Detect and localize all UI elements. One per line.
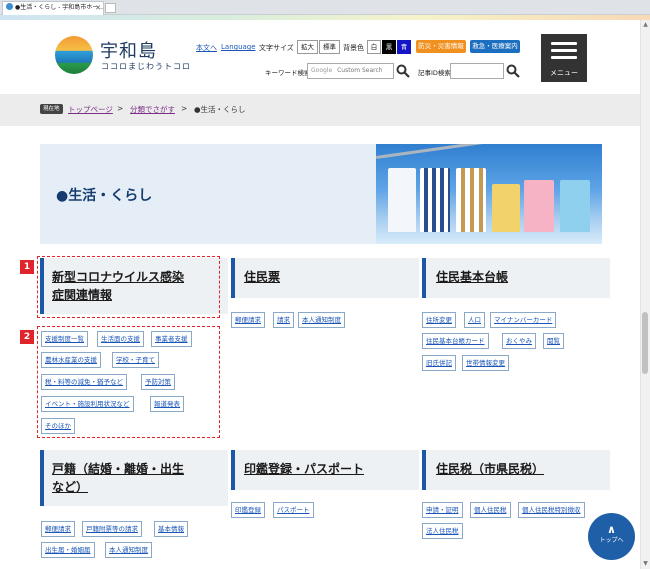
annotation-number-1: 1 (20, 260, 34, 274)
category-title-juki[interactable]: 住民基本台帳 (436, 268, 508, 286)
tag-link[interactable]: 住民基本台帳カード (422, 333, 489, 349)
tag-link[interactable]: 報道発表 (150, 396, 184, 412)
up-arrow-icon: ∧ (607, 523, 616, 536)
tag-link[interactable]: 住所変更 (422, 312, 456, 328)
tag-link[interactable]: 郵便請求 (231, 312, 265, 328)
back-to-top-button[interactable]: ∧ トップへ (588, 513, 635, 560)
hamburger-icon (551, 42, 577, 60)
banner-photo (376, 144, 602, 244)
favicon-icon (6, 3, 13, 10)
scroll-down-icon[interactable]: ▼ (641, 560, 650, 568)
breadcrumb-category-link[interactable]: 分類でさがす (130, 104, 175, 115)
bg-black-button[interactable]: 黒 (382, 40, 396, 54)
tag-link[interactable]: パスポート (273, 502, 314, 518)
scroll-up-icon[interactable]: ▲ (641, 21, 650, 29)
menu-button[interactable]: メニュー (541, 34, 587, 82)
keyword-search-label: キーワード検索 (265, 69, 311, 77)
category-title-juminzei[interactable]: 住民税（市県民税） (436, 460, 544, 478)
bg-white-button[interactable]: 白 (367, 40, 381, 54)
tag-link[interactable]: 農林水産業の支援 (41, 352, 101, 368)
tag-link[interactable]: 旧氏併記 (422, 355, 456, 371)
logo-icon[interactable] (55, 36, 93, 74)
google-brand: Google (311, 67, 333, 74)
tag-link[interactable]: マイナンバーカード (490, 312, 557, 328)
category-title-koseki[interactable]: 戸籍（結婚・離婚・出生 など） (52, 460, 184, 496)
tag-link[interactable]: 事業者支援 (151, 331, 192, 347)
keyword-search-input[interactable]: Google Custom Search (307, 63, 394, 79)
disaster-info-button[interactable]: 防災・災害情報 (416, 40, 466, 53)
search-icon[interactable] (396, 64, 410, 78)
language-link[interactable]: Language (221, 43, 256, 51)
tag-link[interactable]: 個人住民税 (470, 502, 511, 518)
tag-link[interactable]: イベント・施設利用状況など (41, 396, 134, 412)
logo-subtitle: ココロまじわうトコロ (101, 62, 191, 71)
tag-link[interactable]: 印鑑登録 (231, 502, 265, 518)
tag-link[interactable]: 支援制度一覧 (41, 331, 88, 347)
logo-title[interactable]: 宇和島 (100, 37, 157, 63)
tag-link[interactable]: 申請・証明 (422, 502, 463, 518)
font-standard-button[interactable]: 標準 (319, 40, 340, 54)
tag-link[interactable]: 請求 (273, 312, 294, 328)
tag-link[interactable]: 基本情報 (154, 521, 188, 537)
annotation-number-2: 2 (20, 330, 34, 344)
tag-link[interactable]: 生活面の支援 (97, 331, 144, 347)
scrollbar-thumb[interactable] (642, 312, 648, 374)
tag-link[interactable]: 本人通知制度 (105, 542, 152, 558)
category-title-line2: など） (52, 480, 89, 494)
bg-color-label: 背景色 (343, 44, 364, 52)
tag-link[interactable]: 戸籍附票等の請求 (82, 521, 142, 537)
tag-link[interactable]: 個人住民税特別徴収 (518, 502, 585, 518)
article-search-icon[interactable] (506, 64, 520, 78)
font-large-button[interactable]: 拡大 (297, 40, 318, 54)
tag-link[interactable]: 税・料等の減免・猶予など (41, 374, 127, 390)
tag-link[interactable]: そのほか (41, 418, 75, 434)
tag-link[interactable]: 学校・子育て (112, 352, 159, 368)
emergency-medical-button[interactable]: 救急・医療案内 (470, 40, 520, 53)
tag-link[interactable]: 予防対策 (141, 374, 175, 390)
breadcrumb-current: ●生活・くらし (194, 105, 246, 114)
category-title-juminhyo[interactable]: 住民票 (244, 268, 280, 286)
article-id-label: 記事ID検索 (418, 69, 451, 77)
bg-blue-button[interactable]: 青 (397, 40, 411, 54)
tag-link[interactable]: 人口 (464, 312, 485, 328)
tag-link[interactable]: 世帯情報変更 (462, 355, 509, 371)
search-placeholder: Custom Search (337, 67, 383, 74)
font-size-label: 文字サイズ (259, 44, 294, 52)
new-tab-button[interactable] (105, 3, 116, 13)
category-title-inkan[interactable]: 印鑑登録・パスポート (244, 460, 364, 478)
breadcrumb-separator: > (117, 104, 124, 113)
skip-to-content-link[interactable]: 本文へ (196, 43, 217, 53)
tab-title: ●生活・くらし - 宇和島市ホー... (15, 4, 104, 11)
menu-label: メニュー (550, 69, 578, 77)
tag-link[interactable]: 法人住民税 (422, 523, 463, 539)
page-title: ●生活・くらし (56, 188, 153, 204)
tag-link[interactable]: 出生届・婚姻届 (41, 542, 95, 558)
tag-link[interactable]: 閲覧 (543, 333, 564, 349)
article-id-input[interactable] (450, 63, 504, 79)
tag-link[interactable]: おくやみ (502, 333, 536, 349)
tag-link[interactable]: 本人通知制度 (298, 312, 345, 328)
rainbow-bar (0, 15, 650, 20)
breadcrumb-top-link[interactable]: トップページ (68, 104, 113, 115)
tag-link[interactable]: 郵便請求 (41, 521, 75, 537)
back-to-top-label: トップへ (599, 537, 624, 544)
breadcrumb-separator: > (181, 104, 188, 113)
annotation-box-1 (37, 256, 220, 318)
browser-tab[interactable]: ●生活・くらし - 宇和島市ホー... ✕ (2, 1, 104, 15)
current-location-tag: 現在地 (40, 104, 63, 114)
scrollbar[interactable] (640, 20, 650, 569)
category-title-line1: 戸籍（結婚・離婚・出生 (52, 462, 185, 476)
close-tab-icon[interactable]: ✕ (95, 2, 101, 14)
